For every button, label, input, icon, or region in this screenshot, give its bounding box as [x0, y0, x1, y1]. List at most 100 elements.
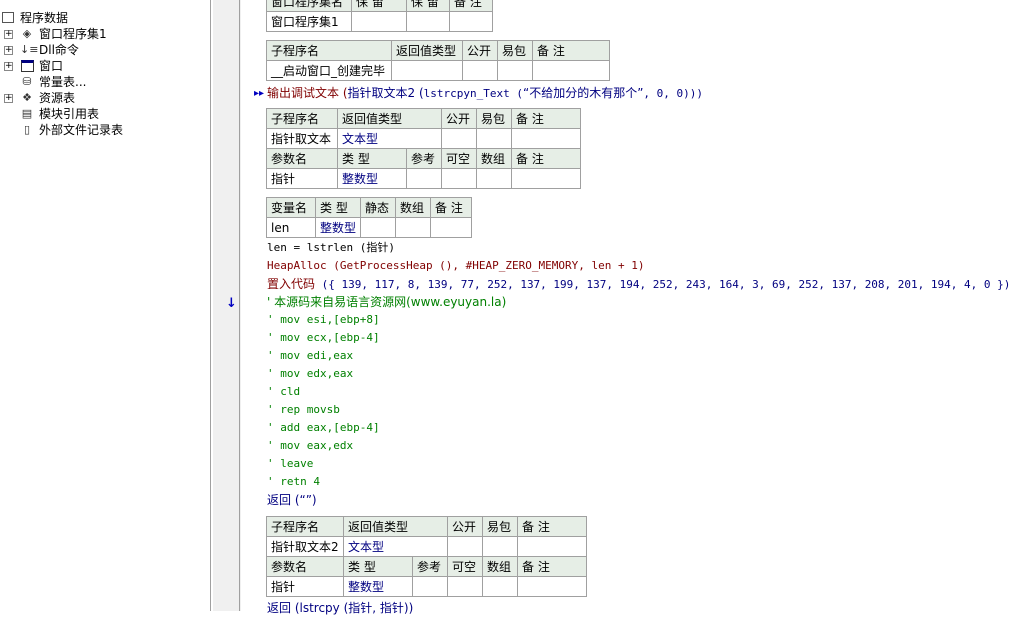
header-cell: 数组 [476, 148, 512, 169]
code-fn: 指针取文本2 ( [347, 86, 424, 100]
code-line-comment[interactable]: ' rep movsb [267, 402, 340, 418]
code-line-last[interactable]: 返回 (lstrcpy (指针, 指针)) [267, 600, 413, 616]
header-cell: 保 留 [351, 0, 407, 12]
header-cell: 返回值类型 [343, 516, 448, 537]
table-cell[interactable] [351, 11, 407, 32]
table-cell[interactable] [449, 11, 493, 32]
code-line-debug[interactable]: 输出调试文本 (指针取文本2 (lstrcpyn_Text (“不给加分的木有那… [267, 85, 703, 101]
expand-icon[interactable]: + [4, 94, 13, 103]
code-fn: 置入代码 [267, 277, 316, 291]
header-cell: 可空 [441, 148, 477, 169]
header-cell: 可空 [447, 556, 483, 577]
tree-item-label: 窗口 [39, 59, 64, 73]
expand-icon[interactable]: + [4, 62, 13, 71]
table-cell[interactable] [517, 536, 587, 557]
tree-item-label: 资源表 [39, 91, 76, 105]
table-cell[interactable] [447, 536, 483, 557]
code-line-comment[interactable]: ' 本源码来自易语言资源网(www.eyuyan.la) [267, 294, 506, 310]
table-cell[interactable] [406, 168, 442, 189]
header-cell: 保 留 [406, 0, 450, 12]
header-cell: 备 注 [511, 148, 581, 169]
table-cell[interactable]: 窗口程序集1 [266, 11, 352, 32]
dll-icon: ↓≡ [20, 43, 39, 56]
header-cell: 静态 [360, 197, 397, 218]
module-icon: ▤ [21, 107, 33, 120]
table-cell[interactable]: 整数型 [343, 576, 413, 597]
table-cell[interactable] [517, 576, 587, 597]
table-cell[interactable] [476, 128, 512, 149]
tree-item-label: Dll命令 [39, 43, 79, 57]
table-cell[interactable] [391, 60, 463, 81]
code-line-comment[interactable]: ' mov ecx,[ebp-4] [267, 330, 380, 346]
table-cell[interactable]: __启动窗口_创建完毕 [266, 60, 392, 81]
table-cell[interactable] [395, 217, 432, 238]
header-cell: 子程序名 [266, 516, 344, 537]
code-line-comment[interactable]: ' cld [267, 384, 300, 400]
window-icon [21, 60, 34, 72]
code-line-comment[interactable]: ' mov eax,edx [267, 438, 353, 454]
code-line-comment[interactable]: ' leave [267, 456, 313, 472]
header-cell: 子程序名 [266, 40, 392, 61]
header-cell: 易包 [497, 40, 533, 61]
table-cell[interactable]: 指针 [266, 576, 344, 597]
table-cell[interactable] [511, 168, 581, 189]
run-marker-icon: ▸▸ [254, 88, 265, 99]
header-cell: 公开 [447, 516, 483, 537]
layers-icon: ◈ [22, 27, 32, 40]
table-cell[interactable]: 文本型 [337, 128, 442, 149]
table-cell[interactable] [482, 536, 518, 557]
table-cell[interactable] [430, 217, 473, 238]
code-args: ({ 139, 117, 8, 139, 77, 252, 137, 199, … [315, 278, 1011, 291]
code-line-comment[interactable]: ' add eax,[ebp-4] [267, 420, 380, 436]
table-cell[interactable] [447, 576, 483, 597]
table-cell[interactable]: 指针取文本 [266, 128, 338, 149]
code-line-comment[interactable]: ' mov edi,eax [267, 348, 353, 364]
table-cell[interactable]: 指针 [266, 168, 338, 189]
table-cell[interactable]: len [266, 217, 316, 238]
tree-item-label: 外部文件记录表 [39, 123, 124, 137]
header-cell: 备 注 [517, 556, 587, 577]
table-cell[interactable] [406, 11, 450, 32]
expand-icon[interactable]: + [4, 46, 13, 55]
header-cell: 变量名 [266, 197, 316, 218]
code-line-len[interactable]: len = lstrlen (指针) [267, 240, 395, 256]
table-cell[interactable] [441, 168, 477, 189]
code-text: 返回 (lstrcpy (指针, 指针)) [267, 601, 414, 615]
header-cell: 子程序名 [266, 108, 338, 129]
comment-text: ' 本源码来自易语言资源网(www.eyuyan.la) [267, 295, 507, 309]
expand-icon[interactable]: + [4, 30, 13, 39]
header-cell: 参考 [412, 556, 448, 577]
header-cell: 易包 [482, 516, 518, 537]
table-cell[interactable]: 整数型 [337, 168, 407, 189]
table-cell[interactable] [441, 128, 477, 149]
table-cell[interactable]: 文本型 [343, 536, 448, 557]
table-cell[interactable] [360, 217, 397, 238]
table-cell[interactable] [532, 60, 610, 81]
code-line-comment[interactable]: ' mov edx,eax [267, 366, 353, 382]
splitter-highlight [211, 0, 213, 611]
table-cell[interactable] [482, 576, 518, 597]
table-cell[interactable] [462, 60, 498, 81]
header-cell: 公开 [462, 40, 498, 61]
table-cell[interactable] [497, 60, 533, 81]
program-data-icon [2, 12, 14, 23]
code-string: “不给加分的木有那个” [522, 86, 644, 100]
splitter-edge [239, 0, 240, 611]
header-cell: 数组 [395, 197, 432, 218]
code-line-heap[interactable]: HeapAlloc (GetProcessHeap (), #HEAP_ZERO… [267, 258, 645, 274]
table-cell[interactable]: 整数型 [314, 217, 362, 238]
return-text: 返回 (“”) [267, 493, 317, 507]
code-line-emit[interactable]: 置入代码 ({ 139, 117, 8, 139, 77, 252, 137, … [267, 276, 1010, 292]
code-line-comment[interactable]: ' retn 4 [267, 474, 320, 490]
header-cell: 数组 [482, 556, 518, 577]
table-cell[interactable] [412, 576, 448, 597]
code-line-comment[interactable]: ' mov esi,[ebp+8] [267, 312, 380, 328]
header-cell: 备 注 [449, 0, 493, 12]
database-icon: ⛁ [22, 75, 32, 88]
code-line-return[interactable]: 返回 (“”) [267, 492, 317, 508]
file-icon: ▯ [23, 123, 31, 136]
table-cell[interactable] [511, 128, 581, 149]
table-cell[interactable]: 指针取文本2 [266, 536, 344, 557]
table-cell[interactable] [476, 168, 512, 189]
tree-item-label: 常量表... [39, 75, 87, 89]
